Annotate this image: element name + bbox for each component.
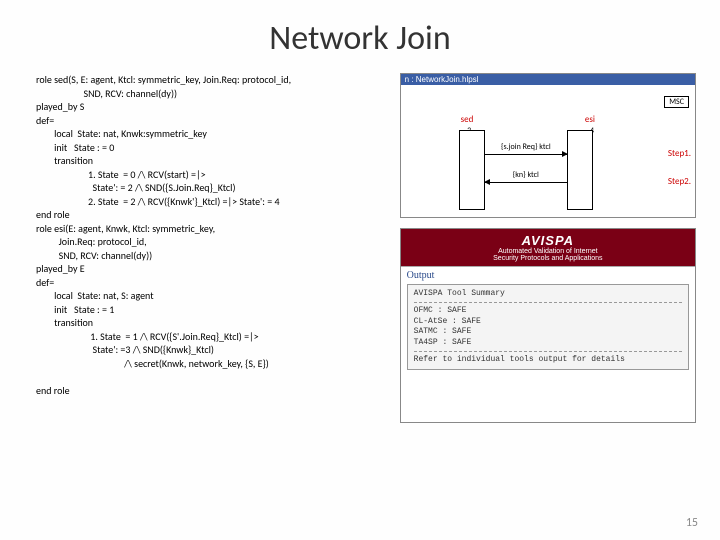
avispa-header: AVISPA Automated Validation of Internet … <box>401 229 695 266</box>
slide-title: Network Join <box>0 0 720 73</box>
content-row: role sed(S, E: agent, Ktcl: symmetric_ke… <box>0 73 720 423</box>
output-label: Output <box>401 266 695 282</box>
msc-titlebar: n : NetworkJoin.hlpsl <box>401 74 695 85</box>
role-code-block: role sed(S, E: agent, Ktcl: symmetric_ke… <box>36 73 392 423</box>
avispa-sub1: Automated Validation of Internet <box>403 248 693 255</box>
right-column: n : NetworkJoin.hlpsl MSC sed - 3 esi - … <box>400 73 696 423</box>
page-number: 15 <box>686 516 698 530</box>
output-box: AVISPA Tool Summary OFMC : SAFE CL-AtSe … <box>407 284 689 370</box>
avispa-sub2: Security Protocols and Applications <box>403 255 693 262</box>
msc-label: MSC <box>664 96 689 108</box>
step2-label: Step2. <box>668 176 691 187</box>
divider <box>414 302 682 303</box>
output-footer: Refer to individual tools output for det… <box>414 355 682 365</box>
arrow-msg2 <box>485 182 567 183</box>
result-row: TA4SP : SAFE <box>414 338 682 348</box>
avispa-title: AVISPA <box>403 233 693 248</box>
msg2-label: {kn} ktcl <box>485 170 567 180</box>
divider <box>414 351 682 352</box>
result-row: OFMC : SAFE <box>414 306 682 316</box>
actor-esi-name: esi <box>585 114 595 125</box>
arrow-msg1 <box>485 154 567 155</box>
avispa-panel: AVISPA Automated Validation of Internet … <box>400 228 696 423</box>
summary-title: AVISPA Tool Summary <box>414 289 682 299</box>
step1-label: Step1. <box>668 148 691 159</box>
msg1-label: {s.join Req} ktcl <box>485 142 567 152</box>
lifeline-sed <box>459 130 485 210</box>
msc-panel: n : NetworkJoin.hlpsl MSC sed - 3 esi - … <box>400 73 696 218</box>
actor-sed-name: sed <box>461 114 474 125</box>
result-row: CL-AtSe : SAFE <box>414 317 682 327</box>
result-row: SATMC : SAFE <box>414 327 682 337</box>
lifeline-esi <box>567 130 593 210</box>
